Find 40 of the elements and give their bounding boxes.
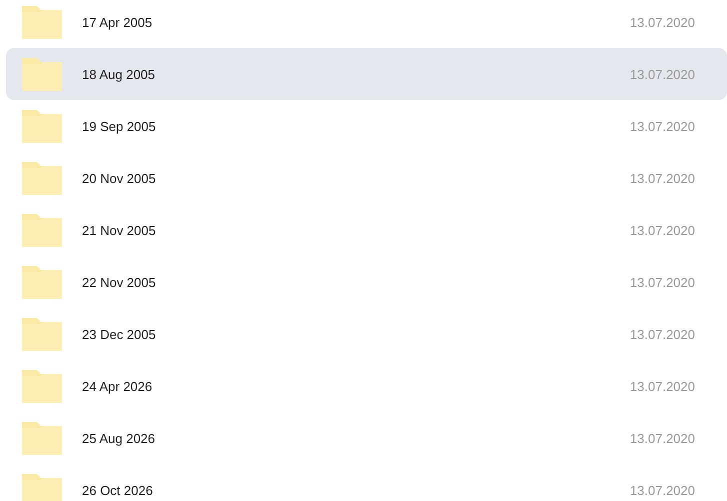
folder-icon [22,6,62,38]
folder-name: 22 Nov 2005 [82,274,157,290]
modified-date: 13.07.2020 [630,274,695,290]
modified-date: 13.07.2020 [630,118,695,134]
folder-icon [22,214,62,246]
folder-row[interactable]: 21 Nov 2005 13.07.2020 [6,204,727,256]
folder-icon [22,266,62,298]
modified-date: 13.07.2020 [630,66,695,82]
modified-date: 13.07.2020 [630,14,695,30]
folder-row[interactable]: 26 Oct 2026 13.07.2020 [6,464,727,501]
folder-name: 19 Sep 2005 [82,118,157,134]
folder-name: 24 Apr 2026 [82,378,154,394]
folder-row[interactable]: 17 Apr 2005 13.07.2020 [6,0,727,48]
modified-date: 13.07.2020 [630,482,695,498]
folder-icon [22,318,62,350]
folder-name: 23 Dec 2005 [82,326,157,342]
folder-icon [22,370,62,402]
modified-date: 13.07.2020 [630,326,695,342]
folder-icon [22,110,62,142]
folder-name: 17 Apr 2005 [82,14,154,30]
folder-row[interactable]: 19 Sep 2005 13.07.2020 [6,100,727,152]
folder-row[interactable]: 20 Nov 2005 13.07.2020 [6,152,727,204]
folder-row[interactable]: 24 Apr 2026 13.07.2020 [6,360,727,412]
folder-name: 26 Oct 2026 [82,482,154,498]
modified-date: 13.07.2020 [630,378,695,394]
folder-row[interactable]: 22 Nov 2005 13.07.2020 [6,256,727,308]
folder-icon [22,474,62,501]
modified-date: 13.07.2020 [630,222,695,238]
modified-date: 13.07.2020 [630,430,695,446]
folder-icon [22,58,62,90]
folder-icon [22,422,62,454]
folder-icon [22,162,62,194]
folder-row[interactable]: 25 Aug 2026 13.07.2020 [6,412,727,464]
folder-name: 25 Aug 2026 [82,430,156,446]
modified-date: 13.07.2020 [630,170,695,186]
folder-name: 20 Nov 2005 [82,170,157,186]
folder-name: 18 Aug 2005 [82,66,156,82]
folder-name: 21 Nov 2005 [82,222,157,238]
folder-row[interactable]: 23 Dec 2005 13.07.2020 [6,308,727,360]
folder-row[interactable]: 18 Aug 2005 13.07.2020 [6,48,727,100]
